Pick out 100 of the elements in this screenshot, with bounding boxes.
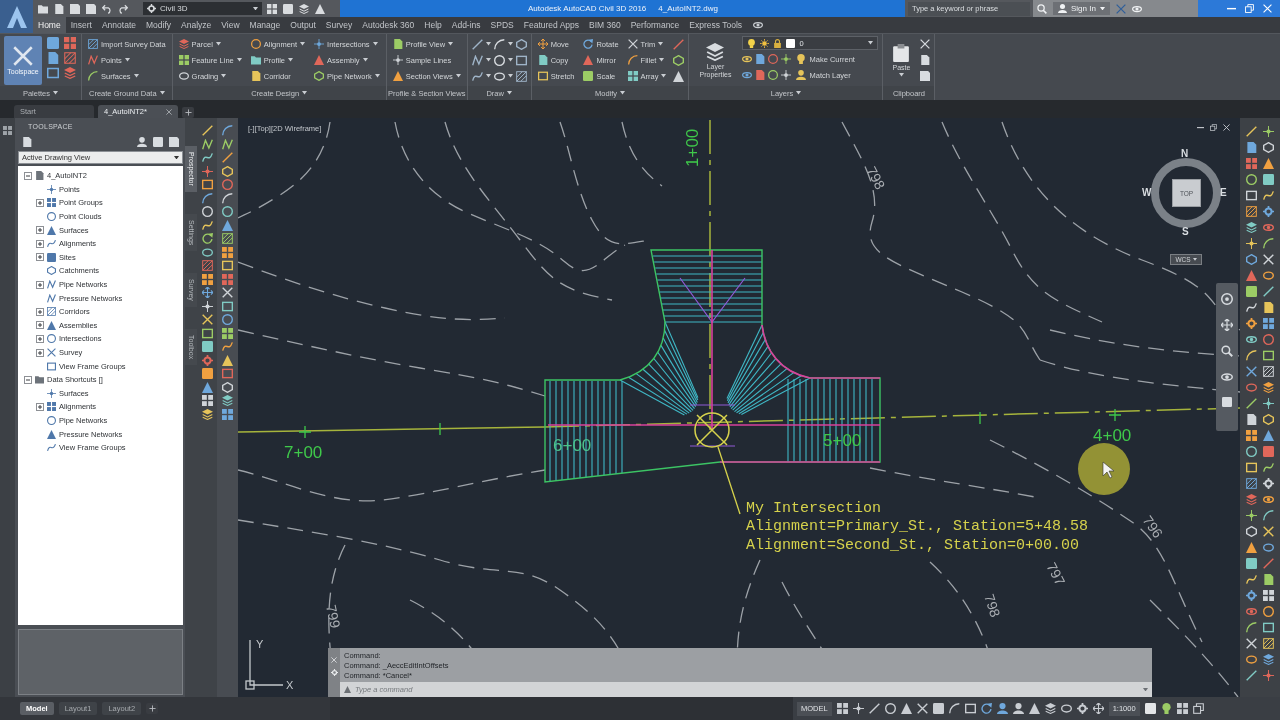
grid-icon[interactable] <box>1246 430 1257 441</box>
triangle-icon[interactable] <box>315 3 325 14</box>
bulb-icon[interactable] <box>1160 703 1172 714</box>
square-icon[interactable] <box>201 368 213 379</box>
person-icon[interactable] <box>996 703 1008 714</box>
triangle-icon[interactable] <box>1028 703 1040 714</box>
plus-box-icon[interactable] <box>36 239 44 248</box>
grid-icon[interactable] <box>201 273 213 285</box>
orbit-icon[interactable] <box>1263 494 1274 505</box>
spline-icon[interactable] <box>1246 302 1257 313</box>
ellipse-icon[interactable] <box>1246 654 1257 665</box>
triangle-icon[interactable] <box>344 686 351 693</box>
polygon-icon[interactable] <box>1246 254 1257 265</box>
layers-icon[interactable] <box>299 3 309 14</box>
grid-icon[interactable] <box>3 126 12 135</box>
folder-icon[interactable] <box>38 3 48 14</box>
orbit-icon[interactable] <box>742 70 753 80</box>
cross-icon[interactable] <box>1246 366 1257 377</box>
line-icon[interactable] <box>868 703 880 714</box>
workspace-dropdown[interactable]: Civil 3D <box>143 2 262 15</box>
gear-icon[interactable] <box>1246 590 1257 601</box>
plus-box-icon[interactable] <box>36 348 44 357</box>
layers-icon[interactable] <box>221 395 233 406</box>
square-icon[interactable] <box>283 3 293 14</box>
ribbon-tab[interactable]: Insert <box>65 17 97 33</box>
orbit-icon[interactable] <box>1221 371 1233 383</box>
spline-icon[interactable] <box>201 219 213 231</box>
triangle-icon[interactable] <box>201 381 213 393</box>
hatch-icon[interactable] <box>1246 206 1257 217</box>
ribbon-tab[interactable]: Annotate <box>96 17 141 33</box>
ribbon-tab[interactable]: Modify <box>141 17 177 33</box>
compass-ring[interactable] <box>1150 157 1222 229</box>
layers-icon[interactable] <box>201 408 213 420</box>
ribbon-tab[interactable]: Output <box>285 17 321 33</box>
rectangle-icon[interactable] <box>201 327 213 339</box>
grid-icon[interactable] <box>221 408 233 420</box>
layers-icon[interactable] <box>1246 494 1257 505</box>
triangle-icon[interactable] <box>1263 430 1274 441</box>
wheel-icon[interactable] <box>1221 293 1233 305</box>
plus-box-icon[interactable] <box>36 334 44 343</box>
hatch-icon[interactable] <box>1246 478 1257 489</box>
rectangle-icon[interactable] <box>221 260 233 271</box>
polygon-icon[interactable] <box>221 381 233 393</box>
grid-icon[interactable] <box>1263 318 1274 329</box>
point-icon[interactable] <box>1263 670 1274 681</box>
triangle-icon[interactable] <box>221 354 233 366</box>
square-icon[interactable] <box>153 136 163 147</box>
ellipse-icon[interactable] <box>1263 542 1274 553</box>
document-icon[interactable] <box>755 54 766 64</box>
triangle-icon[interactable] <box>900 703 912 714</box>
line-icon[interactable] <box>1246 126 1257 137</box>
document-icon[interactable] <box>1246 414 1257 425</box>
arc-icon[interactable] <box>221 125 233 136</box>
rectangle-icon[interactable] <box>515 54 527 66</box>
line-icon[interactable] <box>221 152 233 163</box>
hatch-icon[interactable] <box>201 260 213 271</box>
spline-icon[interactable] <box>1263 190 1274 201</box>
ribbon-tab[interactable]: BIM 360 <box>584 17 626 33</box>
orbit-icon[interactable] <box>1246 606 1257 617</box>
circle-icon[interactable] <box>768 70 779 80</box>
rectangle-icon[interactable] <box>221 300 233 312</box>
polygon-icon[interactable] <box>673 54 685 66</box>
circle-icon[interactable] <box>884 703 896 714</box>
hatch-icon[interactable] <box>515 70 527 82</box>
ribbon-tab[interactable]: Autodesk 360 <box>357 17 420 33</box>
circle-icon[interactable] <box>1263 606 1274 617</box>
arc-icon[interactable] <box>221 192 233 204</box>
hatch-icon[interactable] <box>1263 638 1274 649</box>
rectangle-icon[interactable] <box>1263 622 1274 633</box>
undo-icon[interactable] <box>102 3 112 14</box>
grid-icon[interactable] <box>836 703 848 714</box>
arc-icon[interactable] <box>948 703 960 714</box>
grid-icon[interactable] <box>267 3 277 14</box>
polyline-icon[interactable] <box>221 138 233 150</box>
ribbon-tab[interactable]: Analyze <box>176 17 217 33</box>
ellipse-icon[interactable] <box>1060 703 1072 714</box>
line-icon[interactable] <box>1263 558 1274 569</box>
minus-box-icon[interactable] <box>24 171 32 180</box>
plus-box-icon[interactable] <box>36 253 44 262</box>
arc-icon[interactable] <box>1263 238 1274 249</box>
plus-box-icon[interactable] <box>36 226 44 235</box>
polygon-icon[interactable] <box>1263 414 1274 425</box>
layers-icon[interactable] <box>1263 654 1274 665</box>
plus-box-icon[interactable] <box>36 402 44 411</box>
document-icon[interactable] <box>22 136 32 147</box>
line-icon[interactable] <box>471 38 483 50</box>
circle-icon[interactable] <box>1246 446 1257 457</box>
close-icon[interactable] <box>1223 124 1230 131</box>
minimize-icon[interactable] <box>1197 124 1204 131</box>
grid-icon[interactable] <box>1176 703 1188 714</box>
ribbon-tab[interactable]: Express Tools <box>684 17 748 33</box>
ellipse-icon[interactable] <box>201 246 213 258</box>
plus-box-icon[interactable] <box>36 307 44 316</box>
person-icon[interactable] <box>137 136 147 147</box>
orbit-icon[interactable] <box>742 54 753 64</box>
grid-icon[interactable] <box>1263 590 1274 601</box>
rotate-icon[interactable] <box>980 703 992 714</box>
sign-in-button[interactable]: Sign In <box>1053 2 1110 15</box>
ribbon-tab[interactable]: SPDS <box>485 17 519 33</box>
ellipse-icon[interactable] <box>1263 270 1274 281</box>
